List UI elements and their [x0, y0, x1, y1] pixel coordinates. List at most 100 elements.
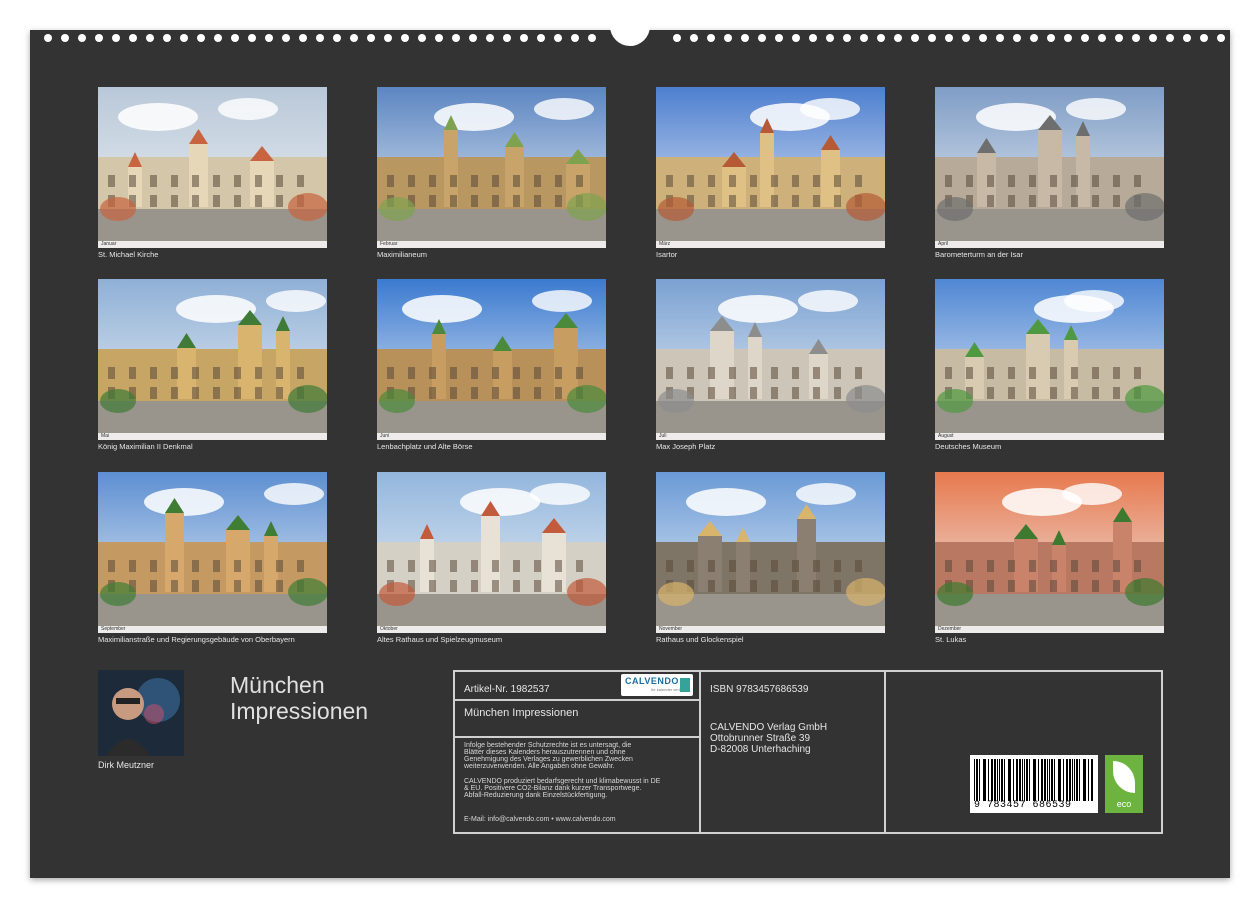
- binding-hole: [1132, 34, 1140, 42]
- eco-badge: eco: [1105, 755, 1143, 813]
- barcode-bar: [1004, 759, 1005, 801]
- barcode-bar: [974, 759, 975, 801]
- binding-hole: [1081, 34, 1089, 42]
- binding-hole: [571, 34, 579, 42]
- barcode-bar: [1047, 759, 1048, 801]
- calendar-title: München Impressionen: [230, 672, 430, 724]
- binding-hole: [758, 34, 766, 42]
- month-photo: Juli: [656, 279, 885, 440]
- month-label: Januar: [101, 241, 116, 248]
- month-photo: März: [656, 87, 885, 248]
- barcode-bar: [1079, 759, 1080, 801]
- binding-hole: [1200, 34, 1208, 42]
- barcode-bar: [1033, 759, 1036, 801]
- barcode-bar: [1022, 759, 1023, 801]
- month-photo: November: [656, 472, 885, 633]
- publisher-info-box: Artikel-Nr. 1982537 CALVENDO Ihr kalende…: [453, 670, 1163, 834]
- binding-hole: [265, 34, 273, 42]
- calendar-day-strip: Juli: [656, 433, 885, 440]
- binding-hole: [520, 34, 528, 42]
- barcode-bars: [974, 759, 1094, 801]
- month-photo: September: [98, 472, 327, 633]
- month-label: März: [659, 241, 670, 248]
- publisher-city: D-82008 Unterhaching: [710, 744, 811, 755]
- barcode-bar: [999, 759, 1000, 801]
- binding-hole: [554, 34, 562, 42]
- calendar-day-strip: März: [656, 241, 885, 248]
- photo-caption: Barometerturm an der Isar: [935, 250, 1023, 259]
- photo-caption: St. Lukas: [935, 635, 966, 644]
- binding-hole: [197, 34, 205, 42]
- barcode-bar: [991, 759, 993, 801]
- calendar-day-strip: Oktober: [377, 626, 606, 633]
- barcode-bar: [1008, 759, 1011, 801]
- barcode-bar: [979, 759, 980, 801]
- binding-hole: [401, 34, 409, 42]
- barcode-bar: [994, 759, 996, 801]
- binding-hole: [673, 34, 681, 42]
- barcode-bar: [997, 759, 998, 801]
- binding-hole: [214, 34, 222, 42]
- publisher-street: Ottobrunner Straße 39: [710, 733, 810, 744]
- binding-hole: [1115, 34, 1123, 42]
- barcode-bar: [1088, 759, 1089, 801]
- barcode-bar: [1054, 759, 1055, 801]
- month-photo: Juni: [377, 279, 606, 440]
- barcode-bar: [1058, 759, 1061, 801]
- barcode: 9 783457 686539: [970, 755, 1098, 813]
- binding-hole: [316, 34, 324, 42]
- month-photo: Januar: [98, 87, 327, 248]
- calendar-title-line2: Impressionen: [230, 698, 430, 724]
- binding-hole: [979, 34, 987, 42]
- month-photo: Oktober: [377, 472, 606, 633]
- month-label: November: [659, 626, 682, 633]
- calendar-day-strip: Januar: [98, 241, 327, 248]
- contact-line: E-Mail: info@calvendo.com • www.calvendo…: [464, 816, 616, 824]
- binding-hole: [486, 34, 494, 42]
- binding-hole: [537, 34, 545, 42]
- logo-name: CALVENDO: [625, 676, 679, 686]
- month-label: Oktober: [380, 626, 398, 633]
- barcode-bar: [1091, 759, 1093, 801]
- binding-hole: [129, 34, 137, 42]
- month-label: Juni: [380, 433, 389, 440]
- binding-hole: [299, 34, 307, 42]
- calendar-day-strip: August: [935, 433, 1164, 440]
- divider: [455, 699, 699, 701]
- divider: [699, 672, 701, 832]
- barcode-bar: [1016, 759, 1018, 801]
- barcode-bar: [1051, 759, 1053, 801]
- binding-hole: [112, 34, 120, 42]
- barcode-bar: [1024, 759, 1025, 801]
- month-label: September: [101, 626, 125, 633]
- barcode-bar: [976, 759, 978, 801]
- calendar-day-strip: Juni: [377, 433, 606, 440]
- binding-hole: [843, 34, 851, 42]
- binding-hole: [384, 34, 392, 42]
- month-label: Februar: [380, 241, 398, 248]
- binding-hole: [1098, 34, 1106, 42]
- binding-hole: [707, 34, 715, 42]
- binding-hole: [911, 34, 919, 42]
- barcode-bar: [1019, 759, 1021, 801]
- binding-hole: [503, 34, 511, 42]
- article-number: Artikel-Nr. 1982537: [464, 684, 550, 695]
- barcode-bar: [1083, 759, 1086, 801]
- calendar-back-sheet: JanuarSt. Michael KircheFebruarMaximilia…: [30, 30, 1230, 878]
- photo-caption: Maximilianeum: [377, 250, 427, 259]
- barcode-bar: [1026, 759, 1028, 801]
- month-label: Juli: [659, 433, 667, 440]
- calvendo-logo: CALVENDO Ihr kalender verlag: [621, 674, 693, 696]
- month-photo: April: [935, 87, 1164, 248]
- binding-hole: [741, 34, 749, 42]
- barcode-bar: [1049, 759, 1050, 801]
- binding-hole: [996, 34, 1004, 42]
- barcode-bar: [1041, 759, 1043, 801]
- binding-hole: [809, 34, 817, 42]
- binding-hole: [1030, 34, 1038, 42]
- photo-caption: König Maximilian II Denkmal: [98, 442, 193, 451]
- logo-mark-icon: [680, 678, 690, 692]
- barcode-bar: [1013, 759, 1014, 801]
- month-label: Mai: [101, 433, 109, 440]
- binding-hole: [350, 34, 358, 42]
